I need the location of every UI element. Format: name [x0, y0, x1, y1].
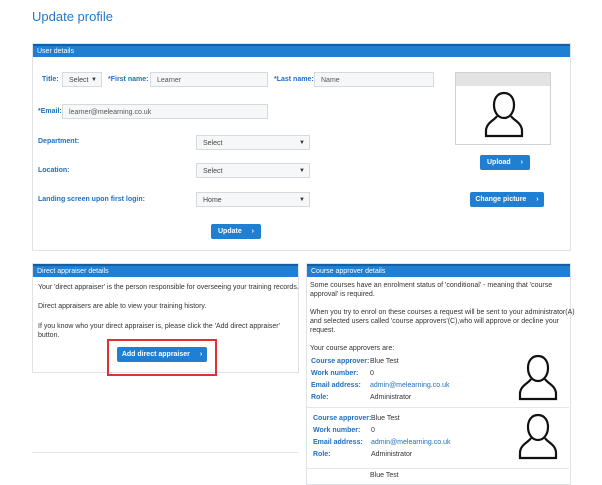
- approver-divider-2: [306, 468, 569, 469]
- chevron-right-icon: ›: [536, 196, 539, 203]
- add-direct-appraiser-button[interactable]: Add direct appraiser ›: [117, 347, 207, 362]
- appraiser-text-3b: button.: [38, 332, 60, 339]
- location-label: Location:: [38, 167, 70, 174]
- landing-screen-label: Landing screen upon first login:: [38, 196, 145, 203]
- approver-text-1b: approval' is required.: [310, 291, 375, 298]
- approver-2-role-label: Role:: [313, 451, 331, 458]
- chevron-right-icon: ›: [199, 351, 203, 358]
- caret-down-icon: ▼: [91, 77, 97, 83]
- approver-1-email-label: Email address:: [311, 382, 361, 389]
- change-picture-button[interactable]: Change picture ›: [470, 192, 544, 207]
- approver-3-partial: Blue Test: [370, 472, 399, 479]
- approver-2-work-label: Work number:: [313, 427, 361, 434]
- approver-text-3: Your course approvers are:: [310, 345, 395, 352]
- course-approver-header: Course approver details: [307, 264, 570, 277]
- department-select[interactable]: Select ▼: [196, 135, 310, 150]
- divider: [32, 452, 298, 453]
- appraiser-text-1: Your 'direct appraiser' is the person re…: [38, 284, 299, 291]
- approver-1-email-link[interactable]: admin@melearning.co.uk: [370, 382, 449, 389]
- appraiser-text-3a: If you know who your direct appraiser is…: [38, 323, 280, 330]
- first-name-label: *First name:: [108, 76, 149, 83]
- last-name-label: *Last name:: [274, 76, 314, 83]
- upload-button[interactable]: Upload ›: [480, 155, 530, 170]
- direct-appraiser-header: Direct appraiser details: [33, 264, 298, 277]
- chevron-right-icon: ›: [520, 159, 524, 166]
- first-name-input[interactable]: Learner: [150, 72, 268, 87]
- approver-1-value: Blue Test: [370, 358, 399, 365]
- email-input[interactable]: learner@melearning.co.uk: [62, 104, 268, 119]
- approver-1-label: Course approver:: [311, 358, 370, 365]
- caret-down-icon: ▼: [299, 197, 305, 203]
- user-details-header: User details: [33, 44, 570, 57]
- appraiser-text-2: Direct appraisers are able to view your …: [38, 303, 207, 310]
- chevron-right-icon: ›: [251, 228, 255, 235]
- title-label: Title:: [42, 76, 59, 83]
- caret-down-icon: ▼: [299, 168, 305, 174]
- approver-text-1a: Some courses have an enrolment status of…: [310, 282, 553, 289]
- approver-2-email-label: Email address:: [313, 439, 363, 446]
- caret-down-icon: ▼: [299, 140, 305, 146]
- approver-text-2a: When you try to enrol on these courses a…: [310, 309, 575, 316]
- approver-2-value: Blue Test: [371, 415, 400, 422]
- email-label: *Email:: [38, 108, 62, 115]
- approver-2-label: Course approver:: [313, 415, 372, 422]
- approver-1-work-value: 0: [370, 370, 374, 377]
- title-select[interactable]: Select ▼: [62, 72, 102, 87]
- profile-picture-frame: [455, 72, 551, 145]
- last-name-input[interactable]: Name: [314, 72, 434, 87]
- landing-screen-select[interactable]: Home ▼: [196, 192, 310, 207]
- location-select[interactable]: Select ▼: [196, 163, 310, 178]
- approver-text-2b: and selected users called 'course approv…: [310, 318, 559, 325]
- picture-topbar: [456, 73, 550, 86]
- approver-1-role-value: Administrator: [370, 394, 412, 401]
- user-silhouette-icon: [484, 91, 524, 138]
- approver-2-role-value: Administrator: [371, 451, 413, 458]
- department-label: Department:: [38, 138, 80, 145]
- approver-divider: [306, 407, 569, 408]
- user-silhouette-icon: [518, 413, 558, 460]
- approver-2-email-link[interactable]: admin@melearning.co.uk: [371, 439, 450, 446]
- update-button[interactable]: Update ›: [211, 224, 261, 239]
- user-silhouette-icon: [518, 354, 558, 401]
- page-title: Update profile: [32, 9, 113, 24]
- approver-1-work-label: Work number:: [311, 370, 359, 377]
- approver-text-2c: request.: [310, 327, 336, 334]
- approver-2-work-value: 0: [371, 427, 375, 434]
- approver-1-role-label: Role:: [311, 394, 329, 401]
